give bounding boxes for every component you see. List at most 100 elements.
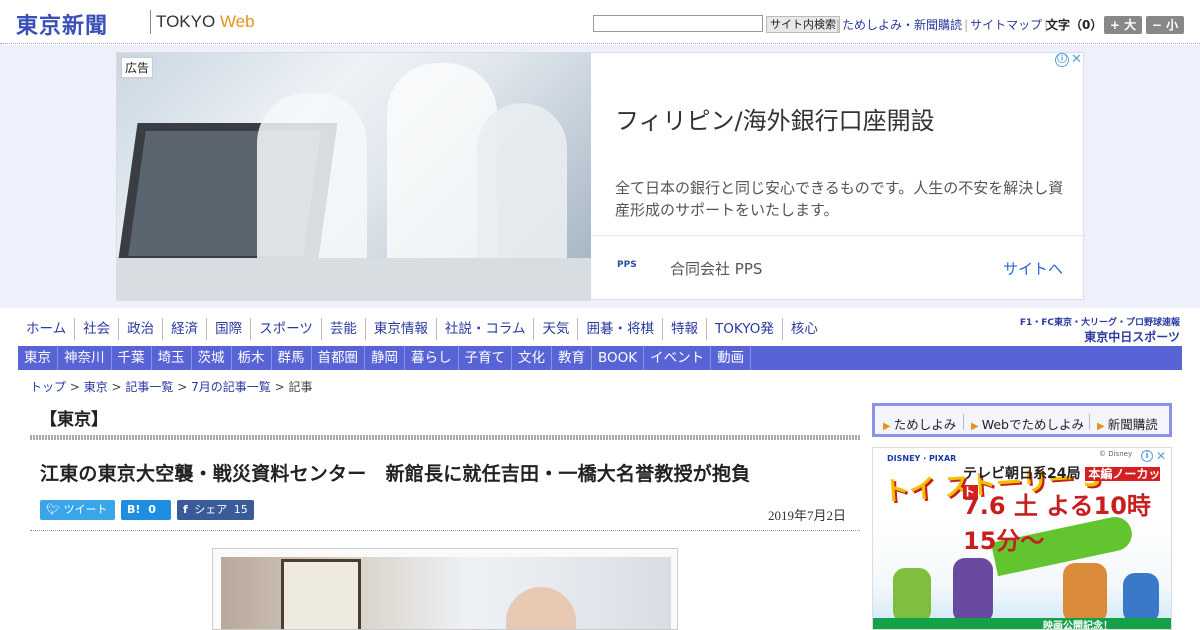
article-photo-image bbox=[221, 557, 671, 629]
section-heading: 【東京】 bbox=[40, 410, 108, 430]
region-item-chiba[interactable]: 千葉 bbox=[112, 346, 152, 370]
photo-framed-picture bbox=[281, 559, 361, 629]
sidebar-ad-info-icon[interactable]: i bbox=[1141, 450, 1153, 462]
sidebar-ad-airdate: 7.6 土 よる10時15分～ bbox=[963, 492, 1151, 555]
region-item-parenting[interactable]: 子育て bbox=[459, 346, 512, 370]
region-item-life[interactable]: 暮らし bbox=[405, 346, 459, 370]
nav-item-economy[interactable]: 経済 bbox=[163, 318, 208, 340]
ad-photo[interactable]: 広告 bbox=[117, 53, 591, 301]
breadcrumb-top[interactable]: トップ bbox=[30, 380, 66, 394]
facebook-share-count: 15 bbox=[233, 503, 248, 516]
article-header-divider bbox=[30, 530, 860, 531]
sitemap-link[interactable]: サイトマップ bbox=[970, 18, 1042, 32]
nav-item-core[interactable]: 核心 bbox=[783, 318, 826, 340]
banner-ad[interactable]: 広告 フィリピン/海外銀行口座開設 全て日本の銀行と同じ安心できるものです。人生… bbox=[116, 52, 1085, 301]
main-nav: ホーム 社会 政治 経済 国際 スポーツ 芸能 東京情報 社説・コラム 天気 囲碁・将棋 特報 TOKY… bbox=[18, 318, 826, 342]
sidebar-ad[interactable]: DISNEY · PIXAR トイ ストーリー 3 テレビ朝日系24局 本編ノー… bbox=[872, 447, 1172, 630]
ad-close-icon[interactable]: ✕ bbox=[1069, 52, 1084, 67]
nav-item-special[interactable]: 特報 bbox=[663, 318, 707, 340]
facebook-icon: f bbox=[183, 503, 188, 516]
region-item-tokyo[interactable]: 東京 bbox=[18, 346, 58, 370]
ad-info-icon[interactable]: ⓘ bbox=[1055, 53, 1069, 67]
sidebar-trial-link[interactable]: ▶ ためしよみ bbox=[883, 414, 956, 433]
nav-item-politics[interactable]: 政治 bbox=[119, 318, 164, 340]
ad-photo-desk bbox=[117, 258, 591, 301]
nav-item-tokyo-info[interactable]: 東京情報 bbox=[366, 318, 437, 340]
region-item-video[interactable]: 動画 bbox=[711, 346, 752, 370]
chunichi-tagline: F1・FC東京・大リーグ・プロ野球速報 bbox=[1019, 318, 1180, 328]
region-item-event[interactable]: イベント bbox=[644, 346, 712, 370]
site-logo[interactable]: 東京新聞 bbox=[16, 8, 108, 40]
arrow-right-icon: ▶ bbox=[1097, 421, 1105, 432]
logo-divider bbox=[150, 10, 151, 34]
hatena-bookmark-button[interactable]: B! 0 bbox=[121, 500, 171, 520]
article-date: 2019年7月2日 bbox=[768, 508, 847, 523]
region-item-saitama[interactable]: 埼玉 bbox=[152, 346, 192, 370]
ad-brand[interactable]: 合同会社 PPS bbox=[670, 258, 762, 279]
region-item-culture[interactable]: 文化 bbox=[512, 346, 552, 370]
breadcrumb-article-list[interactable]: 記事一覧 bbox=[125, 380, 173, 394]
sidebar-ad-character bbox=[1063, 563, 1107, 623]
link-separator: | bbox=[836, 18, 841, 32]
region-item-shizuoka[interactable]: 静岡 bbox=[365, 346, 405, 370]
breadcrumb-separator: > bbox=[270, 380, 289, 394]
sidebar-ad-bottom-text: 映画公開記念！ bbox=[1043, 621, 1113, 630]
breadcrumb-separator: > bbox=[66, 380, 84, 394]
site-logo-sub[interactable]: TOKYO Web bbox=[156, 12, 255, 32]
article-title: 江東の東京大空襲・戦災資料センター 新館長に就任吉田・一橋大名誉教授が抱負 bbox=[40, 463, 751, 485]
region-item-ibaraki[interactable]: 茨城 bbox=[192, 346, 232, 370]
nav-item-home[interactable]: ホーム bbox=[18, 318, 76, 340]
link-separator: | bbox=[964, 18, 969, 32]
nav-item-sports[interactable]: スポーツ bbox=[251, 318, 322, 340]
nav-item-go-shogi[interactable]: 囲碁・将棋 bbox=[578, 318, 663, 340]
region-item-book[interactable]: BOOK bbox=[592, 346, 645, 370]
sidebar-ad-close-icon[interactable]: ✕ bbox=[1156, 449, 1166, 463]
sidebar-trial-label: ためしよみ bbox=[893, 417, 957, 432]
trial-subscribe-link[interactable]: ためしよみ・新聞購読 bbox=[842, 18, 962, 32]
search-button[interactable]: サイト内検索 bbox=[766, 16, 840, 33]
font-smaller-button[interactable]: − 小 bbox=[1146, 16, 1184, 34]
ad-description[interactable]: 全て日本の銀行と同じ安心できるものです。人生の不安を解決し資産形成のサポートをい… bbox=[615, 177, 1075, 221]
search-input[interactable] bbox=[593, 15, 763, 32]
breadcrumb-tokyo[interactable]: 東京 bbox=[84, 380, 108, 394]
nav-item-international[interactable]: 国際 bbox=[207, 318, 252, 340]
sidebar-subscribe-link[interactable]: ▶ 新聞購読 bbox=[1097, 414, 1158, 433]
region-item-tochigi[interactable]: 栃木 bbox=[232, 346, 272, 370]
breadcrumb-separator: > bbox=[173, 380, 192, 394]
ad-title[interactable]: フィリピン/海外銀行口座開設 bbox=[615, 101, 935, 136]
nav-item-entertainment[interactable]: 芸能 bbox=[322, 318, 366, 340]
font-bigger-button[interactable]: + 大 bbox=[1104, 16, 1142, 34]
twitter-icon: 🐦︎ bbox=[46, 503, 60, 516]
sidebar-ad-bottom-strip bbox=[873, 618, 1171, 629]
article-photo[interactable] bbox=[212, 548, 678, 630]
region-item-education[interactable]: 教育 bbox=[552, 346, 592, 370]
link-divider bbox=[963, 414, 964, 430]
region-item-shutoken[interactable]: 首都圏 bbox=[312, 346, 365, 370]
tweet-button[interactable]: 🐦︎ ツイート bbox=[40, 500, 115, 520]
section-divider bbox=[30, 435, 860, 440]
hatena-count: 0 bbox=[148, 503, 156, 516]
nav-item-society[interactable]: 社会 bbox=[75, 318, 120, 340]
breadcrumb-july-list[interactable]: 7月の記事一覧 bbox=[191, 380, 271, 394]
sidebar-web-trial-label: Webでためしよみ bbox=[981, 417, 1084, 432]
chunichi-sports-link[interactable]: F1・FC東京・大リーグ・プロ野球速報 東京中日スポーツ bbox=[1018, 315, 1180, 345]
sidebar-ad-character bbox=[953, 558, 993, 623]
sidebar-ad-copyright: © Disney bbox=[1099, 450, 1133, 458]
ad-divider bbox=[591, 235, 1085, 236]
sidebar-ad-character bbox=[1123, 573, 1159, 623]
nav-item-editorial[interactable]: 社説・コラム bbox=[437, 318, 535, 340]
breadcrumb-current: 記事 bbox=[288, 380, 313, 394]
ad-cta-link[interactable]: サイトへ bbox=[1003, 258, 1063, 279]
sidebar-ad-studio: DISNEY · PIXAR bbox=[887, 454, 957, 463]
facebook-share-button[interactable]: f シェア 15 bbox=[177, 500, 254, 520]
sidebar-web-trial-link[interactable]: ▶ Webでためしよみ bbox=[971, 414, 1084, 433]
ad-badge: 広告 bbox=[121, 57, 154, 78]
nav-item-weather[interactable]: 天気 bbox=[534, 318, 579, 340]
nav-item-tokyo-hatsu[interactable]: TOKYO発 bbox=[707, 318, 783, 340]
tweet-label: ツイート bbox=[63, 503, 108, 516]
region-item-gunma[interactable]: 群馬 bbox=[272, 346, 312, 370]
region-item-kanagawa[interactable]: 神奈川 bbox=[58, 346, 112, 370]
subscription-links-box: ▶ ためしよみ ▶ Webでためしよみ ▶ 新聞購読 bbox=[872, 403, 1172, 437]
ad-brand-logo: PPS bbox=[617, 260, 637, 270]
photo-person bbox=[506, 587, 576, 629]
